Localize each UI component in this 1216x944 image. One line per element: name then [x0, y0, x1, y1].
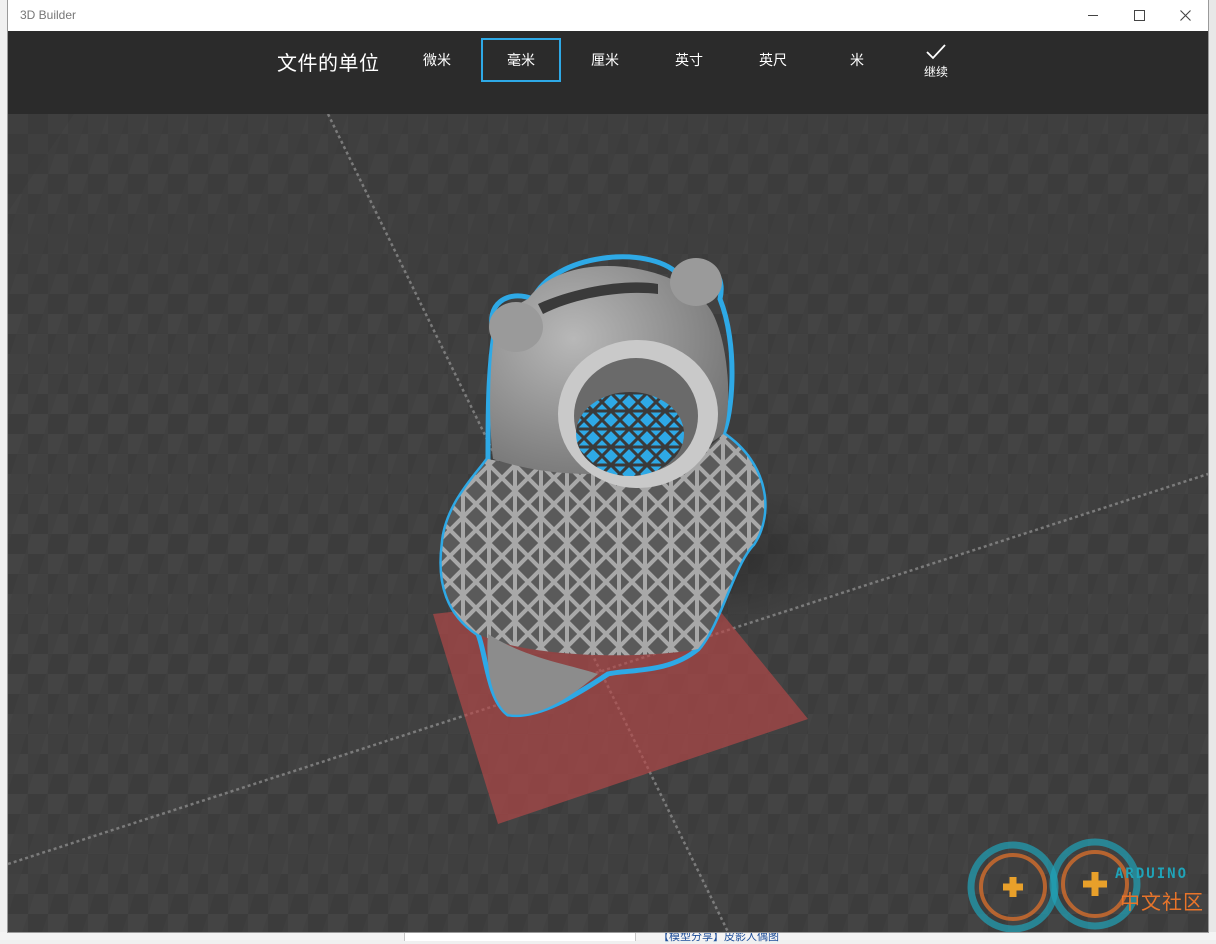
unit-label: 米 — [850, 53, 864, 69]
watermark-text: 中文社区 — [1120, 890, 1204, 914]
title-bar: 3D Builder — [8, 0, 1208, 32]
background-window-edge — [1208, 0, 1216, 940]
units-toolbar: 文件的单位 微米 毫米 厘米 英寸 英尺 米 继续 — [8, 31, 1208, 114]
unit-foot-button[interactable]: 英尺 — [733, 38, 813, 82]
app-window: 3D Builder 文件的单位 微米 毫米 厘米 英寸 英尺 米 继续 ARD… — [8, 0, 1208, 932]
unit-label: 毫米 — [507, 53, 535, 69]
minimize-icon — [1088, 15, 1098, 16]
continue-button[interactable]: 继续 — [906, 43, 966, 89]
maximize-icon — [1133, 10, 1145, 21]
unit-centimeter-button[interactable]: 厘米 — [565, 38, 645, 82]
3d-viewport[interactable] — [8, 114, 1208, 932]
arduino-community-logo — [967, 838, 1141, 932]
watermark-subtext: ARDUINO — [1115, 866, 1189, 882]
unit-label: 英尺 — [759, 53, 787, 69]
unit-label: 英寸 — [675, 53, 703, 69]
checkmark-icon — [926, 44, 946, 60]
continue-label: 继续 — [923, 65, 948, 79]
unit-meter-button[interactable]: 米 — [817, 38, 897, 82]
close-icon — [1179, 10, 1191, 21]
unit-label: 厘米 — [591, 53, 619, 69]
maximize-button[interactable] — [1116, 0, 1162, 31]
close-button[interactable] — [1162, 0, 1208, 31]
unit-label: 微米 — [423, 53, 451, 69]
units-title: 文件的单位 — [277, 51, 380, 75]
unit-inch-button[interactable]: 英寸 — [649, 38, 729, 82]
window-title: 3D Builder — [20, 8, 77, 22]
unit-micrometer-button[interactable]: 微米 — [397, 38, 477, 82]
minimize-button[interactable] — [1070, 0, 1116, 31]
scene-canvas[interactable] — [8, 114, 1208, 932]
unit-millimeter-button[interactable]: 毫米 — [481, 38, 561, 82]
